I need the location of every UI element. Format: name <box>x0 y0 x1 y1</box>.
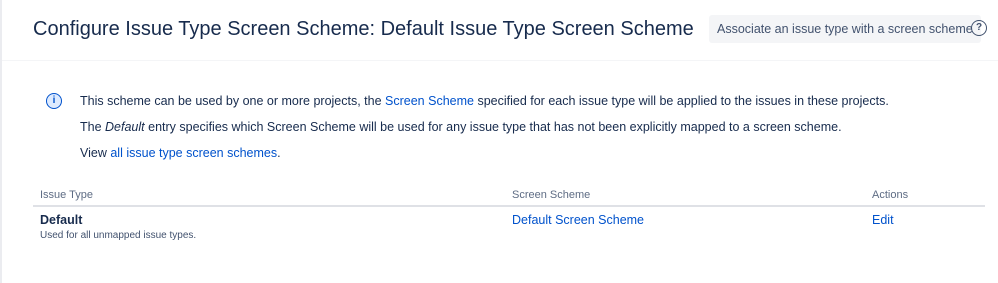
column-header-actions: Actions <box>872 189 909 201</box>
header-divider <box>2 60 998 61</box>
issue-type-description: Used for all unmapped issue types. <box>40 230 197 241</box>
question-circle-icon[interactable]: ? <box>971 20 987 36</box>
info-line2-prefix: The <box>80 120 102 134</box>
info-line3-suffix: . <box>277 146 281 160</box>
screen-scheme-value-link[interactable]: Default Screen Scheme <box>512 212 644 228</box>
all-issue-type-screen-schemes-link[interactable]: all issue type screen schemes <box>110 146 277 160</box>
info-line1-prefix: This scheme can be used by one or more p… <box>80 94 382 108</box>
associate-issue-type-button[interactable]: Associate an issue type with a screen sc… <box>709 15 981 43</box>
default-emphasis: Default <box>105 120 145 134</box>
page-title: Configure Issue Type Screen Scheme: Defa… <box>33 18 694 40</box>
left-sidebar-edge <box>0 0 2 283</box>
issue-type-name: Default <box>40 213 83 227</box>
page-header: Configure Issue Type Screen Scheme: Defa… <box>33 15 998 43</box>
column-header-issue-type: Issue Type <box>40 189 93 201</box>
info-line-default-entry: The Default entry specifies which Screen… <box>80 119 842 135</box>
info-line1-suffix: specified for each issue type will be ap… <box>477 94 889 108</box>
screen-scheme-link[interactable]: Screen Scheme <box>385 94 474 108</box>
table-header-rule <box>33 205 985 207</box>
info-line-scheme-usage: This scheme can be used by one or more p… <box>80 93 889 109</box>
info-line2-suffix: entry specifies which Screen Scheme will… <box>148 120 842 134</box>
info-line-view-all: View all issue type screen schemes. <box>80 145 281 161</box>
edit-link[interactable]: Edit <box>872 212 894 228</box>
info-icon: i <box>46 93 62 109</box>
info-line3-prefix: View <box>80 146 107 160</box>
column-header-screen-scheme: Screen Scheme <box>512 189 591 201</box>
